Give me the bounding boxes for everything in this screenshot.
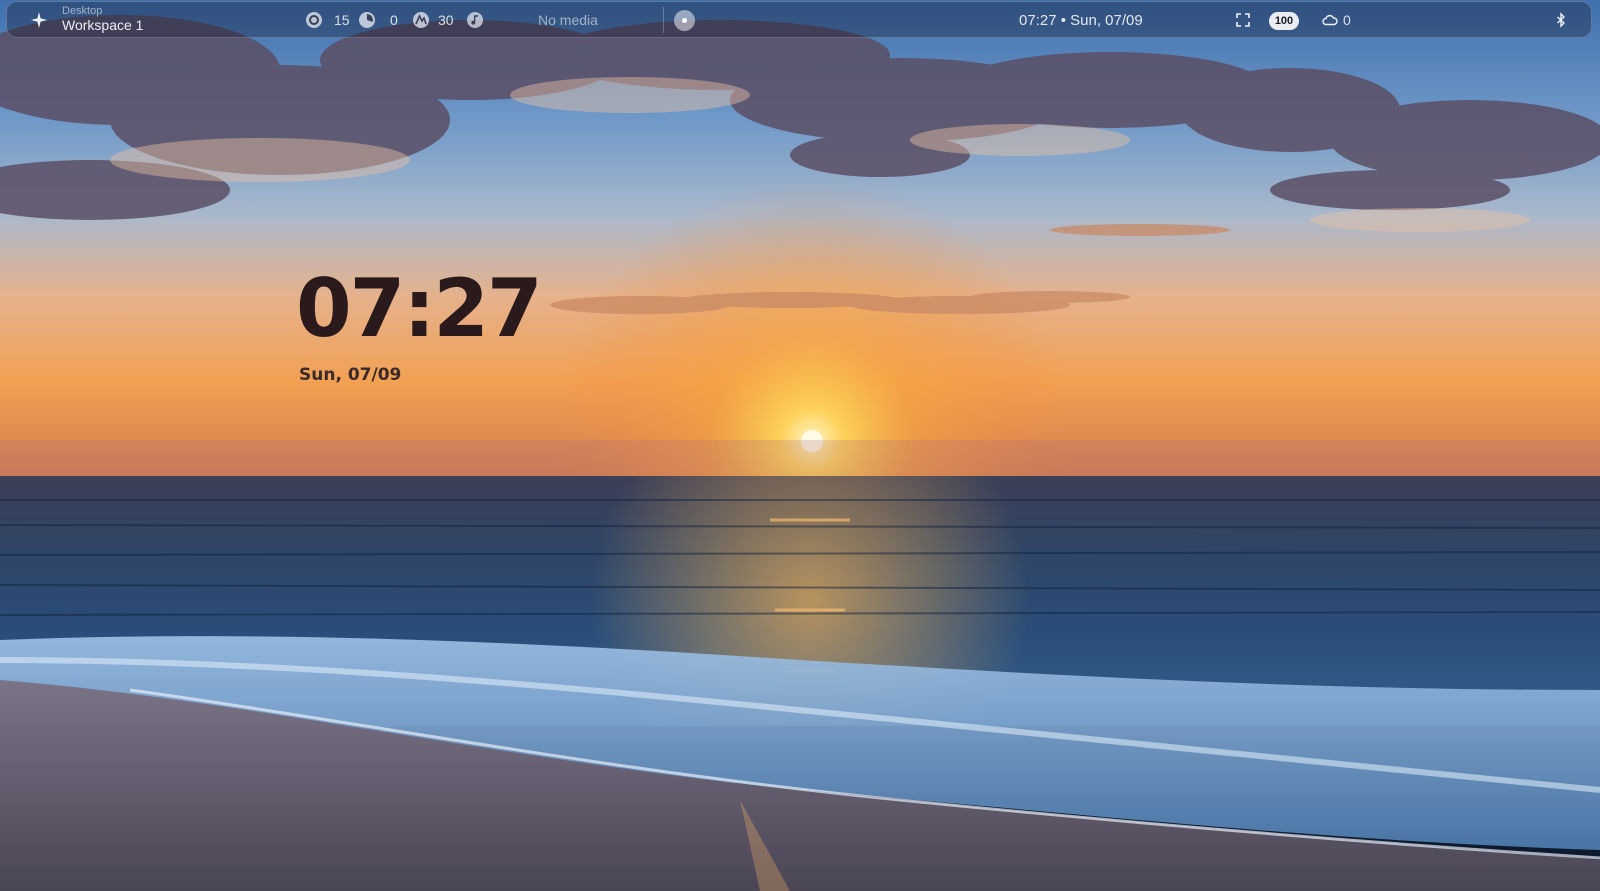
bluetooth-icon[interactable]	[1552, 11, 1570, 29]
workspace-title: Workspace 1	[62, 17, 144, 33]
wallpaper-sunset-beach	[0, 0, 1600, 891]
cpu-value: 15	[334, 12, 350, 28]
desktop-clock-time: 07:27	[296, 262, 543, 355]
media-title[interactable]: No media	[538, 12, 598, 28]
fullscreen-icon[interactable]	[1234, 11, 1252, 29]
desktop-clock-date: Sun, 07/09	[299, 365, 402, 385]
battery-badge[interactable]: 100	[1269, 12, 1299, 30]
media-dot-icon[interactable]	[674, 10, 695, 31]
cpu-gauge-icon[interactable]	[305, 11, 323, 29]
memory-value: 0	[390, 12, 398, 28]
workspace-indicator[interactable]: Desktop Workspace 1	[62, 5, 144, 33]
sparkle-icon[interactable]	[30, 11, 48, 29]
bar-clock[interactable]: 07:27 • Sun, 07/09	[1019, 12, 1143, 29]
workspace-subtitle: Desktop	[62, 5, 103, 17]
memory-gauge-icon[interactable]	[358, 11, 376, 29]
weather-value: 0	[1343, 12, 1351, 28]
swap-gauge-icon[interactable]	[412, 11, 430, 29]
desktop-screen: Desktop Workspace 1 15 0 30 No media 07:…	[0, 0, 1600, 891]
cloud-icon[interactable]	[1321, 11, 1339, 29]
bar-divider	[663, 7, 664, 33]
top-bar: Desktop Workspace 1 15 0 30 No media 07:…	[6, 1, 1592, 38]
music-note-icon[interactable]	[466, 11, 484, 29]
swap-value: 30	[438, 12, 454, 28]
